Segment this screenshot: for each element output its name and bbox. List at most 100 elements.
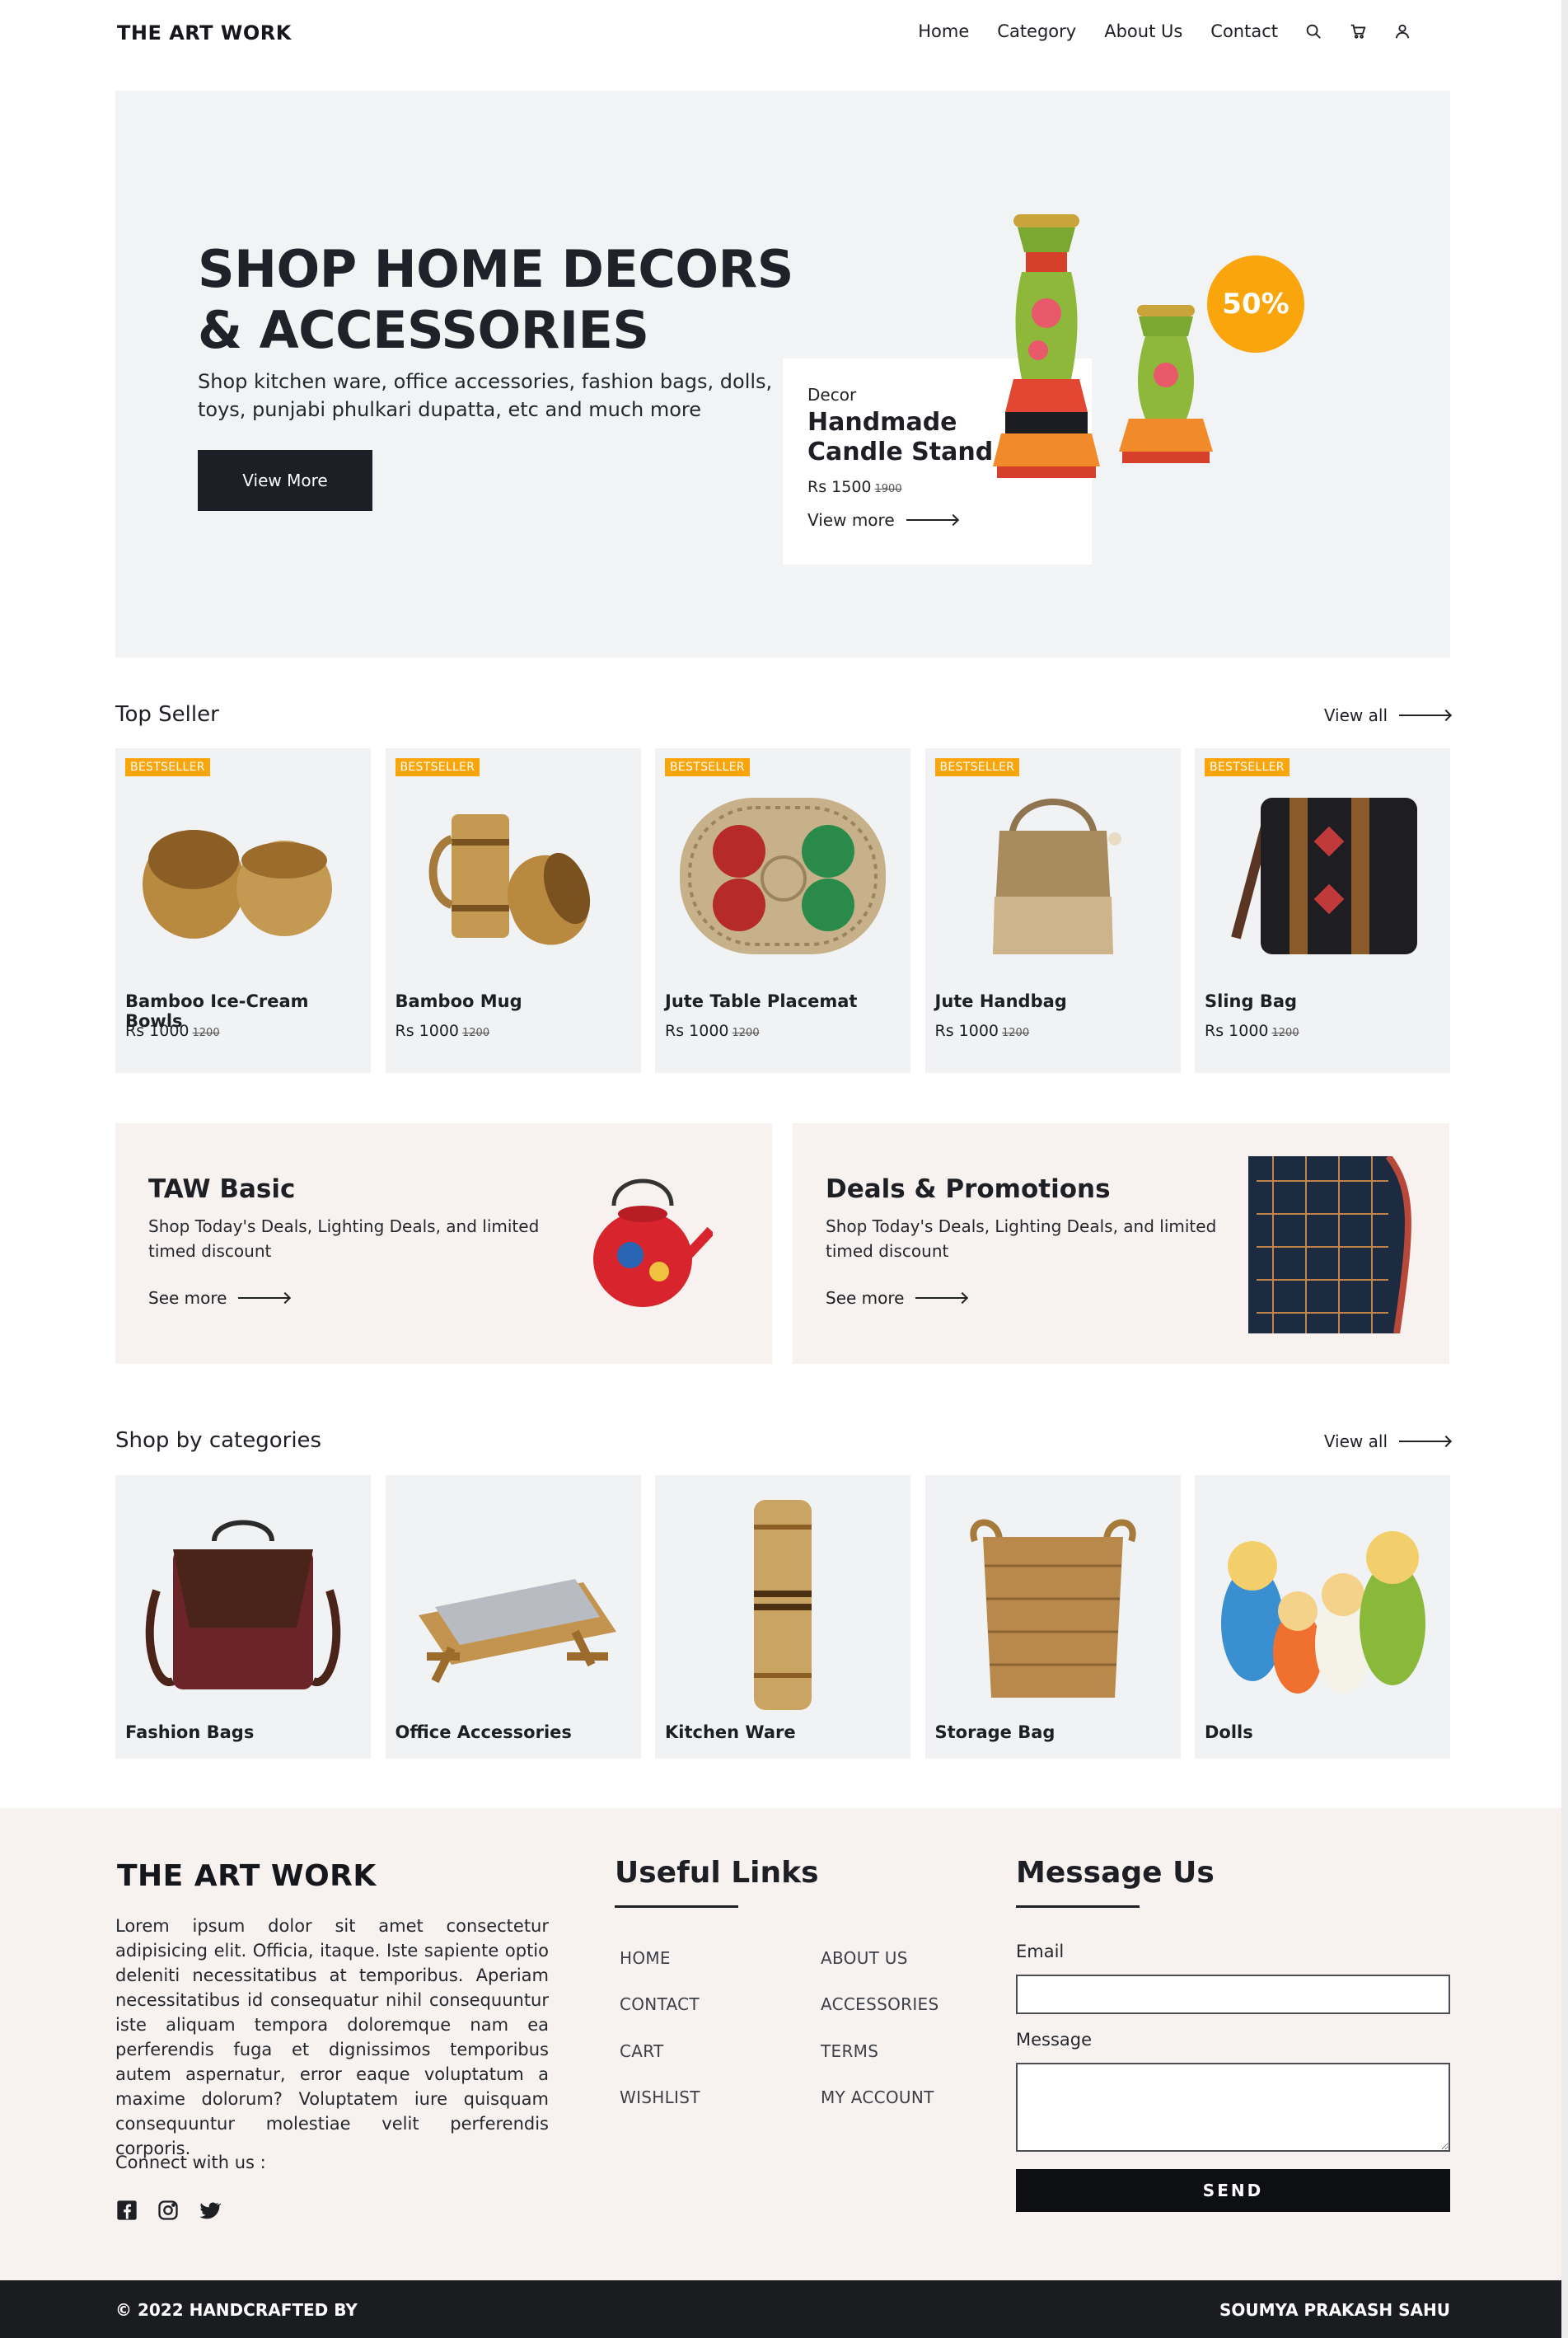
bestseller-badge: BESTSELLER — [934, 758, 1020, 776]
page-scrollbar[interactable] — [1561, 0, 1568, 2338]
category-card[interactable]: Fashion Bags — [115, 1475, 371, 1759]
discount-badge: 50% — [1207, 255, 1304, 353]
see-more-link[interactable]: See more — [826, 1288, 967, 1308]
featured-product-view-more-link[interactable]: View more — [807, 510, 957, 530]
email-field[interactable] — [1016, 1975, 1450, 2014]
featured-product-price: Rs 1500 1900 — [807, 478, 902, 496]
price-current: Rs 1500 — [807, 478, 872, 496]
category-card[interactable]: Dolls — [1195, 1475, 1450, 1759]
sling-bag-image — [1231, 798, 1417, 954]
nav-link-category[interactable]: Category — [997, 21, 1076, 41]
price-old: 1200 — [1271, 1027, 1299, 1039]
product-price: Rs 1000 1200 — [1205, 1022, 1299, 1040]
send-button[interactable]: SEND — [1016, 2169, 1450, 2212]
section-title: Top Seller — [115, 702, 219, 727]
message-us-title: Message Us — [1016, 1856, 1215, 1890]
product-name: Jute Handbag — [934, 991, 1067, 1011]
brand-logo[interactable]: THE ART WORK — [117, 21, 292, 45]
category-name: Office Accessories — [395, 1722, 572, 1742]
category-name: Kitchen Ware — [665, 1722, 796, 1742]
nav-link-contact[interactable]: Contact — [1210, 21, 1278, 41]
link-label: View all — [1323, 705, 1388, 725]
footer-link-accessories[interactable]: ACCESSORIES — [821, 1994, 938, 2014]
product-card[interactable]: BESTSELLER Bamboo Mug Rs 1000 1200 — [385, 748, 641, 1073]
title-underline — [615, 1905, 738, 1908]
product-card[interactable]: BESTSELLER Sling Bag Rs 1000 1200 — [1195, 748, 1450, 1073]
product-name: Bamboo Mug — [395, 991, 522, 1011]
footer-link-wishlist[interactable]: WISHLIST — [620, 2087, 700, 2107]
arrow-right-icon — [1399, 1441, 1450, 1442]
promo-title: Deals & Promotions — [826, 1174, 1111, 1204]
kettle-image — [593, 1178, 713, 1307]
category-card[interactable]: Kitchen Ware — [655, 1475, 910, 1759]
footer-link-home[interactable]: HOME — [620, 1948, 671, 1968]
view-all-link[interactable]: View all — [1324, 705, 1450, 725]
bestseller-badge: BESTSELLER — [665, 758, 750, 776]
hero-title-line: & ACCESSORIES — [198, 300, 649, 360]
price-old: 1200 — [462, 1027, 490, 1039]
cart-icon[interactable] — [1349, 22, 1367, 40]
nav-link-home[interactable]: Home — [918, 21, 969, 41]
message-textarea[interactable] — [1016, 2063, 1450, 2152]
bestseller-badge: BESTSELLER — [125, 758, 210, 776]
search-icon[interactable] — [1304, 22, 1322, 40]
instagram-icon[interactable] — [157, 2199, 180, 2222]
link-label: See more — [148, 1288, 227, 1308]
price-old: 1200 — [192, 1027, 220, 1039]
price-old: 1900 — [874, 483, 902, 495]
promo-card-deals[interactable]: Deals & Promotions Shop Today's Deals, L… — [793, 1123, 1449, 1364]
bamboo-mug-image — [428, 814, 590, 945]
price-current: Rs 1000 — [395, 1022, 460, 1040]
product-card[interactable]: BESTSELLER Jute Table Placemat Rs 1000 12… — [655, 748, 910, 1073]
footer-link-about-us[interactable]: ABOUT US — [821, 1948, 908, 1968]
arrow-right-icon — [1399, 715, 1450, 716]
footer-link-my-account[interactable]: MY ACCOUNT — [821, 2087, 934, 2107]
price-current: Rs 1000 — [125, 1022, 190, 1040]
copyright-text: © 2022 HANDCRAFTED BY — [115, 2300, 358, 2320]
categories-header: Shop by categories View all — [115, 1428, 1450, 1461]
bamboo-bowls-image — [143, 830, 332, 939]
category-card[interactable]: Storage Bag — [924, 1475, 1181, 1759]
product-card[interactable]: BESTSELLER Jute Handbag Rs 1000 1200 — [924, 748, 1181, 1073]
connect-label: Connect with us : — [115, 2153, 266, 2172]
category-card[interactable]: Office Accessories — [385, 1475, 641, 1759]
hero-subtitle: Shop kitchen ware, office accessories, f… — [198, 370, 773, 421]
link-label: View all — [1323, 1431, 1388, 1451]
promo-card-taw-basic[interactable]: TAW Basic Shop Today's Deals, Lighting D… — [115, 1123, 772, 1364]
view-all-link[interactable]: View all — [1324, 1431, 1450, 1451]
product-price: Rs 1000 1200 — [396, 1022, 490, 1040]
footer-link-cart[interactable]: CART — [620, 2041, 664, 2061]
fashion-bag-image — [145, 1520, 341, 1689]
top-seller-header: Top Seller View all — [115, 702, 1450, 735]
facebook-icon[interactable] — [115, 2199, 138, 2222]
price-current: Rs 1000 — [1205, 1022, 1269, 1040]
footer-logo[interactable]: THE ART WORK — [117, 1859, 377, 1893]
product-name: Jute Table Placemat — [665, 991, 858, 1011]
candle-stand-image — [993, 214, 1213, 478]
footer-link-contact[interactable]: CONTACT — [620, 1994, 700, 2014]
product-price: Rs 1000 1200 — [665, 1022, 760, 1040]
featured-product-category: Decor — [807, 385, 857, 405]
twitter-icon[interactable] — [198, 2199, 222, 2222]
useful-links-title: Useful Links — [615, 1856, 819, 1890]
promo-text: Shop Today's Deals, Lighting Deals, and … — [826, 1216, 1217, 1261]
author-link[interactable]: SOUMYA PRAKASH SAHU — [1219, 2300, 1450, 2320]
category-name: Dolls — [1205, 1722, 1253, 1742]
copyright-bar: © 2022 HANDCRAFTED BY SOUMYA PRAKASH SAH… — [0, 2280, 1568, 2338]
footer-link-terms[interactable]: TERMS — [821, 2041, 878, 2061]
top-navbar: THE ART WORK Home Category About Us Cont… — [0, 0, 1568, 68]
bestseller-badge: BESTSELLER — [395, 758, 480, 776]
jute-handbag-image — [992, 799, 1121, 954]
see-more-link[interactable]: See more — [148, 1288, 290, 1308]
category-name: Fashion Bags — [125, 1722, 255, 1742]
link-label: View more — [807, 510, 895, 530]
price-current: Rs 1000 — [665, 1022, 729, 1040]
product-card[interactable]: BESTSELLER Bamboo Ice-Cream Bowls Rs 100… — [115, 748, 371, 1073]
wooden-dolls-image — [1221, 1531, 1425, 1694]
arrow-right-icon — [915, 1297, 967, 1299]
view-more-button[interactable]: View More — [198, 450, 372, 511]
link-label: See more — [826, 1288, 905, 1308]
user-icon[interactable] — [1393, 22, 1411, 40]
nav-link-about-us[interactable]: About Us — [1104, 21, 1182, 41]
hero-banner: SHOP HOME DECORS & ACCESSORIES Shop kitc… — [115, 91, 1450, 658]
